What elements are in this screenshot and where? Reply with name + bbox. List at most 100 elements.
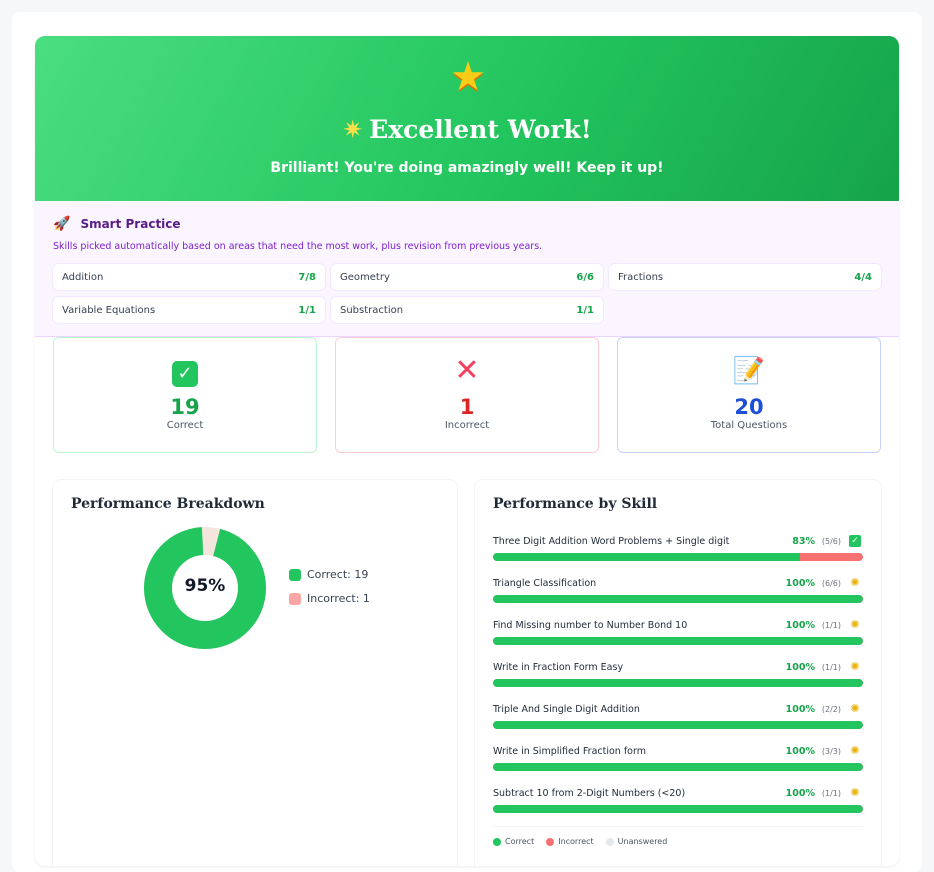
sparkle-icon: ✺ <box>850 786 860 799</box>
skill-progress-bar <box>493 595 863 603</box>
hero-subtitle: Brilliant! You're doing amazingly well! … <box>270 160 664 176</box>
legend-dot <box>493 837 501 846</box>
chip-score: 7/8 <box>298 271 316 283</box>
skill-progress-bar <box>493 553 863 561</box>
skill-legend-incorrect-label: Incorrect <box>558 837 594 846</box>
donut-percent-label: 95% <box>184 576 226 596</box>
skill-chip-fractions: Fractions 4/4 <box>609 264 881 290</box>
skill-legend-incorrect: Incorrect <box>546 837 594 846</box>
skill-name: Subtract 10 from 2-Digit Numbers (<20) <box>493 788 686 799</box>
incorrect-count: 1 <box>459 395 475 419</box>
skill-progress-fill <box>493 553 801 561</box>
legend-incorrect: Incorrect: 1 <box>289 592 370 605</box>
smart-practice-section: 🚀 Smart Practice Skills picked automatic… <box>35 201 899 337</box>
star-icon: ★ <box>450 54 486 100</box>
skill-percent: 100% <box>785 788 815 799</box>
chip-label: Geometry <box>340 271 390 283</box>
skill-progress-fill <box>493 721 863 729</box>
correct-stat-card: ✓ 19 Correct <box>53 337 317 453</box>
legend-correct-swatch <box>289 568 301 581</box>
skill-row: Find Missing number to Number Bond 10 100… <box>493 619 863 649</box>
sparkle-icon: ✺ <box>850 576 860 589</box>
skill-percent: 83% <box>792 536 815 547</box>
skill-chip-variable-equations: Variable Equations 1/1 <box>53 297 325 323</box>
correct-count: 19 <box>170 395 200 419</box>
skill-progress-bar <box>493 637 863 645</box>
sparkle-icon: ✷ <box>342 115 364 144</box>
skill-row: Triple And Single Digit Addition 100% (2/2… <box>493 703 863 733</box>
skill-name: Triangle Classification <box>493 578 597 589</box>
skills-title: Performance by Skill <box>493 496 658 512</box>
skill-percent: 100% <box>785 578 815 589</box>
smart-practice-description: Skills picked automatically based on are… <box>53 241 543 252</box>
chip-label: Fractions <box>618 271 664 283</box>
legend-incorrect-swatch <box>289 592 301 605</box>
legend-dot <box>605 837 614 846</box>
skill-row: Triangle Classification 100% (6/6) ✺ <box>493 577 863 607</box>
skill-row: Write in Fraction Form Easy 100% (1/1) ✺ <box>493 661 863 691</box>
chip-score: 1/1 <box>298 304 316 316</box>
skill-chip-substraction: Substraction 1/1 <box>331 297 603 323</box>
chip-score: 6/6 <box>576 271 594 283</box>
skill-chip-addition: Addition 7/8 <box>53 264 325 290</box>
total-count: 20 <box>734 395 764 419</box>
chip-score: 1/1 <box>576 304 594 316</box>
skill-fraction: (1/1) <box>821 621 841 630</box>
skill-progress-fill <box>493 763 863 771</box>
skill-percent: 100% <box>785 662 815 673</box>
total-label: Total Questions <box>710 420 788 431</box>
skill-fraction: (5/6) <box>821 537 841 546</box>
hero-title-text: Excellent Work! <box>369 115 592 144</box>
smart-practice-title: Smart Practice <box>80 217 181 231</box>
skill-name: Find Missing number to Number Bond 10 <box>493 620 688 631</box>
incorrect-stat-card: ✕ 1 Incorrect <box>335 337 599 453</box>
skill-progress-fill <box>493 595 863 603</box>
legend-dot <box>546 837 555 846</box>
skill-row: Three Digit Addition Word Problems + Sin… <box>493 535 863 565</box>
smart-practice-header: 🚀 Smart Practice <box>53 215 181 233</box>
total-stat-card: 📝 20 Total Questions <box>617 337 881 453</box>
skill-fraction: (3/3) <box>821 747 841 756</box>
skill-percent: 100% <box>785 704 815 715</box>
chip-score: 4/4 <box>854 271 872 283</box>
skill-name: Three Digit Addition Word Problems + Sin… <box>493 536 730 547</box>
legend-correct: Correct: 19 <box>289 568 368 581</box>
skill-percent: 100% <box>785 620 815 631</box>
skill-percent: 100% <box>785 746 815 757</box>
legend-incorrect-label: Incorrect: 1 <box>307 592 370 605</box>
breakdown-title: Performance Breakdown <box>71 496 265 512</box>
skill-progress-bar <box>493 763 863 771</box>
skill-fraction: (6/6) <box>821 579 841 588</box>
hero-title: ✷ Excellent Work! <box>35 114 899 146</box>
incorrect-label: Incorrect <box>444 420 490 431</box>
results-hero: ★ ✷ Excellent Work! Brilliant! You're doi… <box>35 36 899 201</box>
skill-legend: Correct Incorrect Unanswered <box>493 826 863 846</box>
chip-label: Substraction <box>340 304 404 316</box>
skill-progress-bar <box>493 805 863 813</box>
skill-chip-geometry: Geometry 6/6 <box>331 264 603 290</box>
legend-correct-label: Correct: 19 <box>307 568 369 581</box>
skill-fraction: (1/1) <box>821 663 841 672</box>
performance-by-skill-panel: Performance by Skill Three Digit Additio… <box>475 480 881 866</box>
skill-legend-unanswered-label: Unanswered <box>617 837 668 846</box>
correct-label: Correct <box>166 420 204 431</box>
skill-name: Triple And Single Digit Addition <box>493 704 640 715</box>
rocket-icon: 🚀 <box>53 216 71 232</box>
skill-progress-bar <box>493 721 863 729</box>
skill-row: Write in Simplified Fraction form 100% (3/… <box>493 745 863 775</box>
cross-icon: ✕ <box>454 353 480 388</box>
skill-progress-fill <box>493 637 863 645</box>
skill-progress-bar <box>493 679 863 687</box>
sparkle-icon: ✺ <box>850 702 860 715</box>
skill-legend-correct-label: Correct <box>505 837 535 846</box>
results-card: ★ ✷ Excellent Work! Brilliant! You're doi… <box>35 36 899 866</box>
check-icon: ✓ <box>849 535 861 547</box>
skill-legend-correct: Correct <box>493 837 534 846</box>
chip-label: Variable Equations <box>62 304 156 316</box>
skill-row: Subtract 10 from 2-Digit Numbers (<20) 10… <box>493 787 863 817</box>
chip-label: Addition <box>62 271 104 283</box>
skill-progress-fill <box>493 805 863 813</box>
skill-fraction: (1/1) <box>821 789 841 798</box>
skill-legend-unanswered: Unanswered <box>605 837 668 846</box>
skill-fraction: (2/2) <box>821 705 841 714</box>
